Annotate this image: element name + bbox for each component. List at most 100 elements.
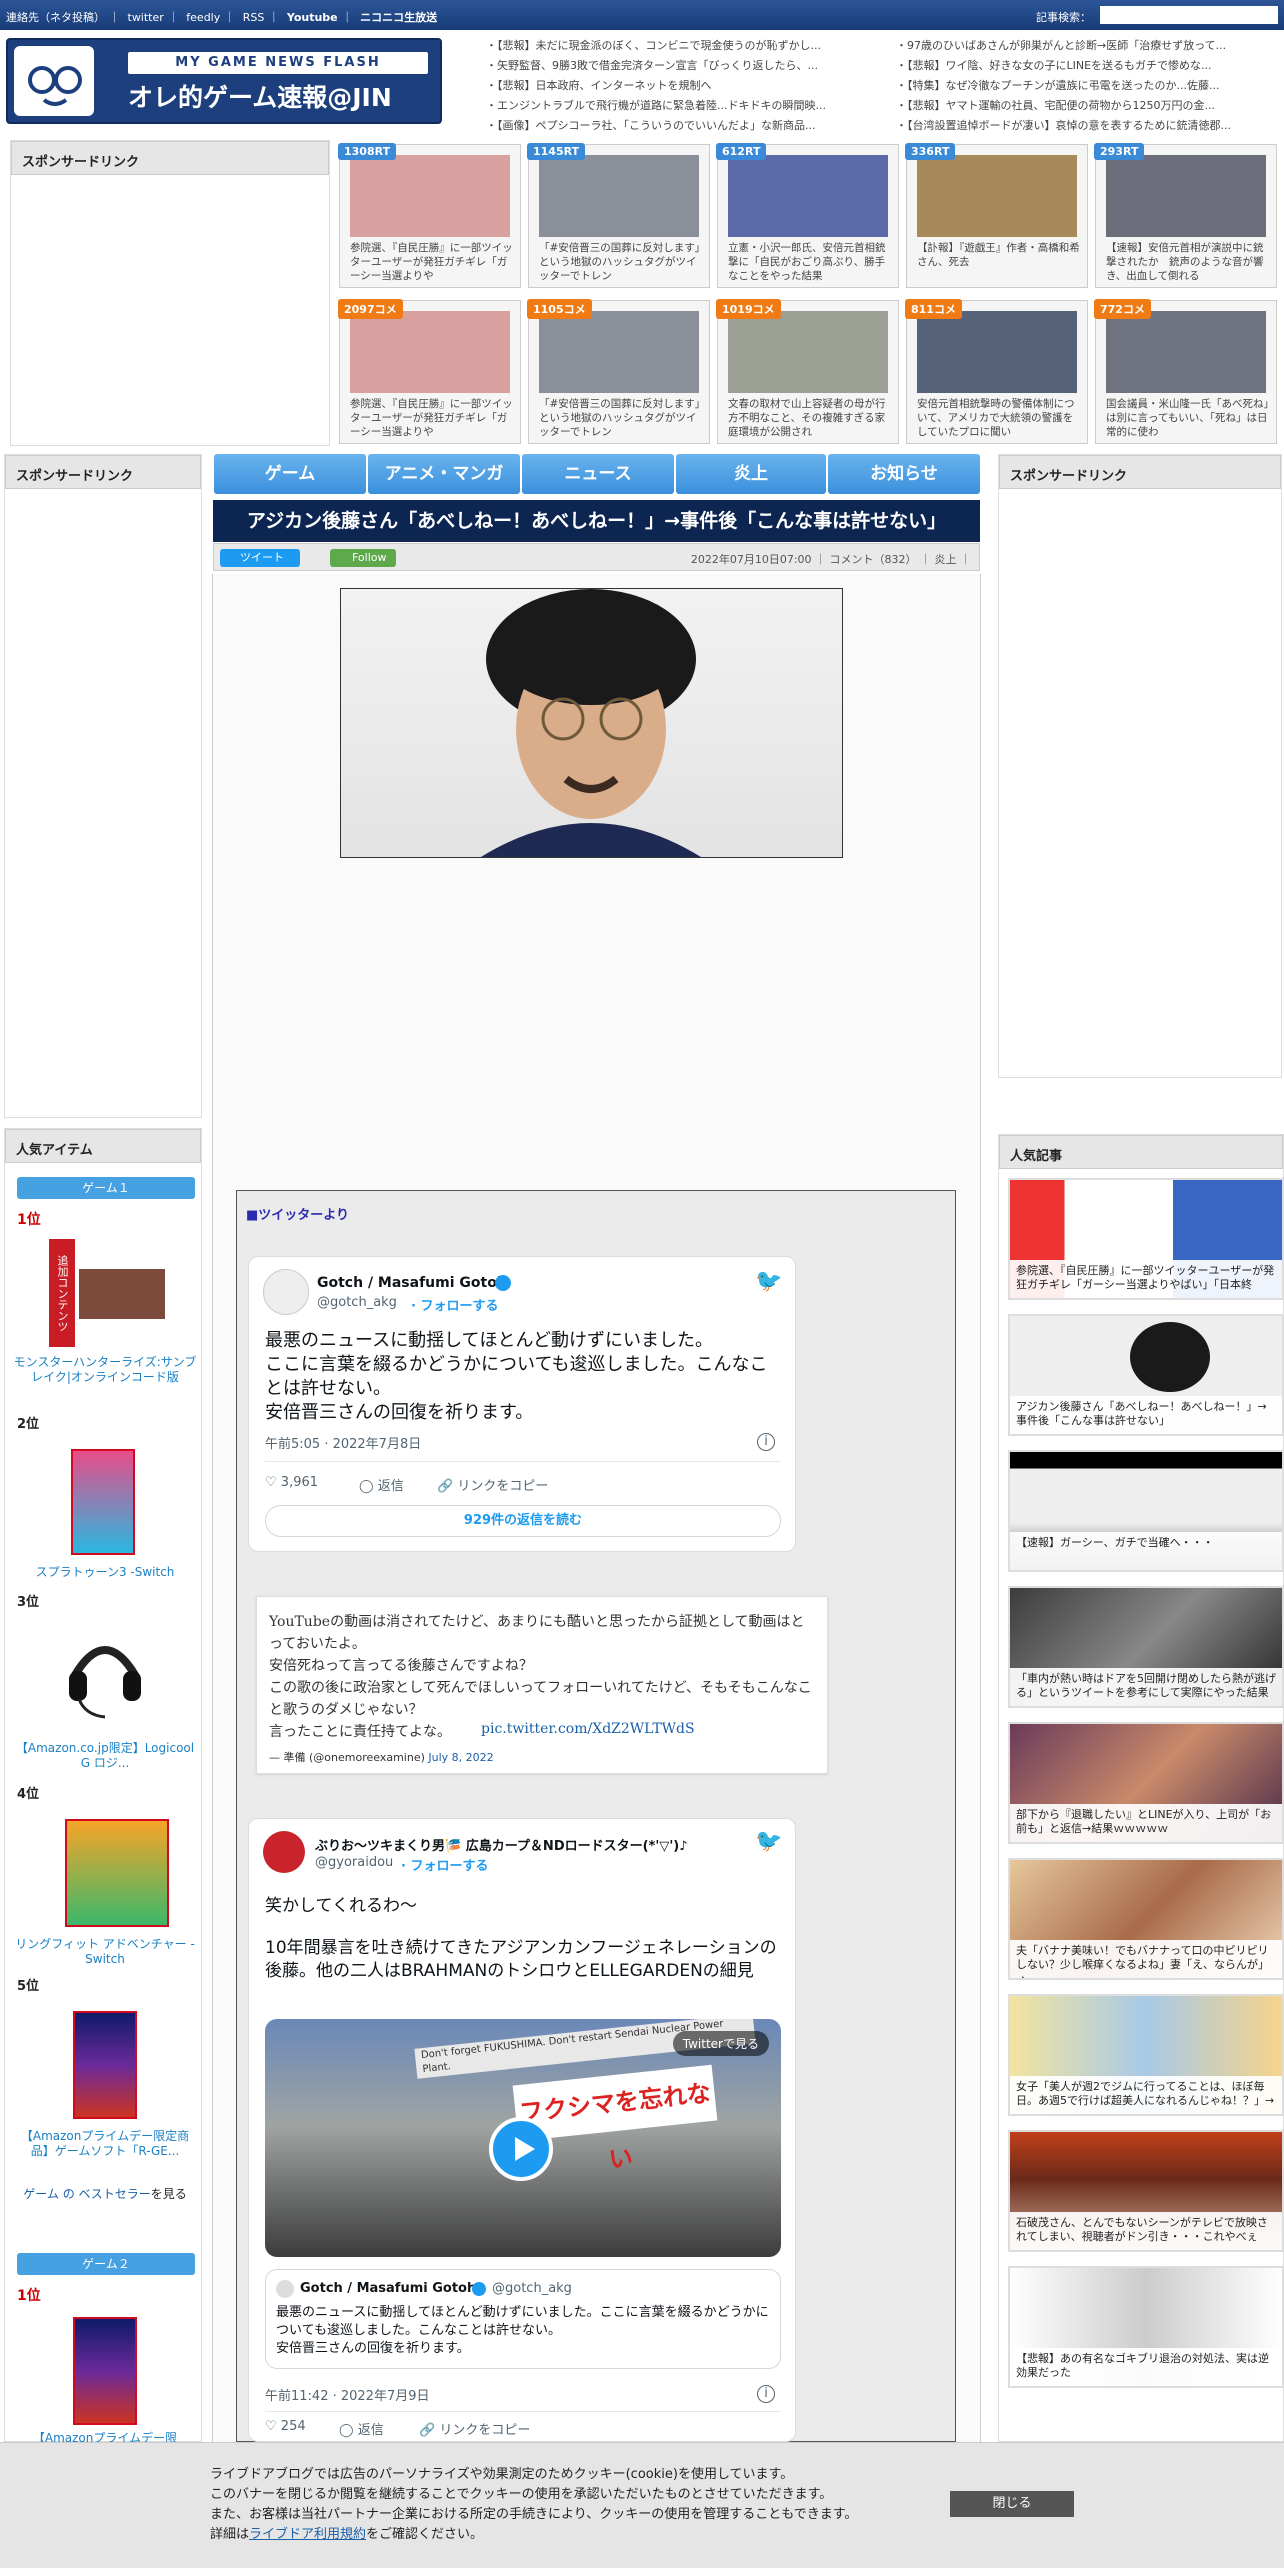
nav-game[interactable]: ゲーム <box>214 454 366 494</box>
rank-item-title[interactable]: 【Amazon.co.jp限定】Logicool G ロジ... <box>13 1741 197 1771</box>
header-news-item[interactable]: ・【台湾設置追悼ボードが凄い】哀悼の意を表するために銃清徳郡... <box>896 116 1280 136</box>
popular-article[interactable]: 部下から『退職したい』とLINEが入り、上司が「お前も」と返信→結果ｗｗｗｗｗ <box>1008 1722 1284 1844</box>
rank-number: 4位 <box>17 1787 40 1802</box>
avatar[interactable] <box>263 1269 309 1315</box>
copy-link-button[interactable]: 🔗 リンクをコピー <box>419 2419 530 2438</box>
comment-thumb[interactable]: 1019コメ 文春の取材で山上容疑者の母が行方不明なこと、その複雑すぎる家庭環境が… <box>716 299 899 444</box>
header-news-item[interactable]: ・【悲報】ワイ陰、好きな女の子にLINEを送るもガチで惨めな... <box>896 56 1280 76</box>
comment-thumb[interactable]: 811コメ 安倍元首相銃撃時の警備体制について、アメリカで大統領の警護をしていたプ… <box>905 299 1088 444</box>
rt-thumb[interactable]: 612RT 立憲・小沢一郎氏、安倍元首相銃撃に「自民がおごり高ぶり、勝手なことをや… <box>716 143 899 288</box>
popular-article[interactable]: アジカン後藤さん「あべしねー！あべしねー！」→事件後「こんな事は許せない」 <box>1008 1314 1284 1436</box>
follow-link[interactable]: · フォローする <box>401 1855 488 1874</box>
twitter-bird-icon[interactable]: 🐦 <box>755 1271 782 1293</box>
rank-item-image[interactable] <box>65 1625 145 1725</box>
sponsor-box-right: スポンサードリンク <box>998 454 1282 1078</box>
tweet-share-button[interactable]: ツイート <box>220 549 300 567</box>
header-news-item[interactable]: ・エンジントラブルで飛行機が道路に緊急着陸...ドキドキの瞬間映... <box>486 96 886 116</box>
tweet-text: 笑かしてくれるわ～ <box>265 1896 417 1916</box>
rank-item-image[interactable] <box>65 1819 169 1927</box>
popular-heading: 人気記事 <box>999 1135 1283 1169</box>
follow-link[interactable]: · フォローする <box>411 1295 498 1314</box>
nav-anime-manga[interactable]: アニメ・マンガ <box>368 454 520 494</box>
feedly-follow-button[interactable]: Follow <box>330 549 396 567</box>
twitter-link[interactable]: twitter <box>128 11 164 24</box>
tweet-video[interactable]: Don't forget FUKUSHIMA. Don't restart Se… <box>265 2019 781 2257</box>
tweet-handle[interactable]: @gyoraidou <box>315 1855 393 1870</box>
popular-article[interactable]: 【悲報】あの有名なゴキブリ退治の対処法、実は逆効果だった <box>1008 2266 1284 2388</box>
header-news-item[interactable]: ・【特集】なぜ冷徹なプーチンが遺族に弔電を送ったのか...佐藤... <box>896 76 1280 96</box>
copy-link-button[interactable]: 🔗 リンクをコピー <box>437 1475 548 1494</box>
rt-thumb[interactable]: 336RT 【訃報】『遊戯王』作者・高橋和希さん、死去 <box>905 143 1088 288</box>
tweet-handle[interactable]: @gotch_akg <box>317 1295 397 1310</box>
like-button[interactable]: ♡ 254 <box>265 2419 306 2434</box>
twitter-bird-icon[interactable]: 🐦 <box>755 1831 782 1853</box>
sponsor-heading: スポンサードリンク <box>999 455 1281 489</box>
avatar <box>276 2280 294 2298</box>
search-input[interactable] <box>1100 6 1278 24</box>
tweet-timestamp[interactable]: 午前11:42 · 2022年7月9日 <box>265 2385 430 2404</box>
play-icon[interactable] <box>489 2117 553 2181</box>
header-news-item[interactable]: ・【悲報】未だに現金派のぼく、コンビニで現金使うのが恥ずかし... <box>486 36 886 56</box>
rank-item-image[interactable]: 追加コンテンツ <box>49 1239 169 1347</box>
avatar[interactable] <box>263 1831 305 1873</box>
rss-link[interactable]: RSS <box>243 11 265 24</box>
rt-thumb[interactable]: 1308RT 参院選、『自民圧勝』に一部ツイッターユーザーが発狂ガチギレ「ガーシー… <box>338 143 521 288</box>
site-logo[interactable]: MY GAME NEWS FLASH オレ的ゲーム速報@JIN <box>6 38 442 124</box>
terms-link[interactable]: ライブドア利用規約 <box>249 2527 366 2542</box>
tweet-date-link[interactable]: July 8, 2022 <box>428 1751 493 1764</box>
popular-article[interactable]: 【速報】ガーシー、ガチで当確へ・・・ <box>1008 1450 1284 1572</box>
info-icon[interactable]: i <box>757 1433 775 1451</box>
info-icon[interactable]: i <box>757 2385 775 2403</box>
sponsor-box-left: スポンサードリンク <box>4 454 202 1118</box>
youtube-link[interactable]: Youtube <box>287 11 338 24</box>
header-news-item[interactable]: ・【悲報】ヤマト運輸の社員、宅配便の荷物から1250万円の金... <box>896 96 1280 116</box>
reply-icon: ◯ <box>359 1479 374 1494</box>
header-news-item[interactable]: ・97歳のひいばあさんが卵巣がんと診断→医師「治療せず放って... <box>896 36 1280 56</box>
header-news-item[interactable]: ・【画像】ペプシコーラ社、「こういうのでいいんだよ」な新商品... <box>486 116 886 136</box>
popular-article[interactable]: 夫「バナナ美味い！でもバナナって口の中ピリピリしない？少し喉痒くなるよね」妻「え… <box>1008 1858 1284 1980</box>
rank-item-title[interactable]: 【Amazonプライムデー限定商品】ゲームソフト「R-GE... <box>13 2129 197 2159</box>
comment-thumb[interactable]: 772コメ 国会議員・米山隆一氏「あべ死ね」は別に言ってもいい、「死ね」は日常的に… <box>1094 299 1277 444</box>
comment-thumb[interactable]: 1105コメ 「#安倍晋三の国葬に反対します」という地獄のハッシュタグがツイッター… <box>527 299 710 444</box>
ranking-category-2[interactable]: ゲーム２ <box>17 2253 195 2275</box>
rank-item-image[interactable] <box>71 1449 135 1555</box>
rank-item-title[interactable]: モンスターハンターライズ:サンブレイク|オンラインコード版 <box>13 1355 197 1385</box>
heart-icon: ♡ <box>265 2419 277 2434</box>
header-news-item[interactable]: ・【悲報】日本政府、インターネットを規制へ <box>486 76 886 96</box>
tweet-author-name[interactable]: Gotch / Masafumi Gotoh <box>317 1275 507 1291</box>
feedly-link[interactable]: feedly <box>186 11 220 24</box>
link-icon: 🔗 <box>419 2423 436 2438</box>
search-label: 記事検索： <box>1036 11 1091 24</box>
rt-thumb[interactable]: 293RT 【速報】安倍元首相が演説中に銃撃されたか 銃声のような音が響き、出血し… <box>1094 143 1277 288</box>
nav-notice[interactable]: お知らせ <box>828 454 980 494</box>
header-news-item[interactable]: ・矢野監督、9勝3敗で借金完済ターン宣言「びっくり返したら、... <box>486 56 886 76</box>
read-replies-button[interactable]: 929件の返信を読む <box>265 1505 781 1537</box>
popular-article[interactable]: 参院選、『自民圧勝』に一部ツイッターユーザーが発狂ガチギレ「ガーシー当選よりやば… <box>1008 1178 1284 1300</box>
rank-item-image[interactable] <box>73 2011 137 2119</box>
ranking-category-1[interactable]: ゲーム１ <box>17 1177 195 1199</box>
nav-enjou[interactable]: 炎上 <box>676 454 826 494</box>
popular-article[interactable]: 女子「美人が週2でジムに行ってることは、ほぼ毎日。あ週5で行けば超美人になれるん… <box>1008 1994 1284 2116</box>
bestseller-link[interactable]: ゲーム の ベストセラーを見る <box>13 2187 197 2202</box>
niconico-link[interactable]: ニコニコ生放送 <box>360 11 437 24</box>
tweet-timestamp[interactable]: 午前5:05 · 2022年7月8日 <box>265 1433 421 1452</box>
cookie-close-button[interactable]: 閉じる <box>950 2491 1074 2517</box>
reply-button[interactable]: ◯ 返信 <box>339 2419 384 2438</box>
quoted-tweet[interactable]: Gotch / Masafumi Gotoh @gotch_akg 最悪のニュー… <box>265 2269 781 2369</box>
like-button[interactable]: ♡ 3,961 <box>265 1475 318 1490</box>
comment-thumb[interactable]: 2097コメ 参院選、『自民圧勝』に一部ツイッターユーザーが発狂ガチギレ「ガーシー… <box>338 299 521 444</box>
contact-link[interactable]: 連絡先（ネタ投稿） <box>6 11 105 24</box>
popular-article[interactable]: 「車内が熱い時はドアを5回開け閉めしたら熱が逃げる」というツイートを参考にして実… <box>1008 1586 1284 1708</box>
rank-item-image[interactable] <box>73 2317 137 2425</box>
popular-article[interactable]: 石破茂さん、とんでもないシーンがテレビで放映されてしまい、視聴者がドン引き・・・… <box>1008 2130 1284 2252</box>
watch-on-twitter-button[interactable]: Twitterで見る <box>672 2031 769 2056</box>
nav-news[interactable]: ニュース <box>522 454 674 494</box>
link-icon: 🔗 <box>437 1479 454 1494</box>
rank-item-title[interactable]: リングフィット アドベンチャー -Switch <box>13 1937 197 1967</box>
cookie-text: ライブドアブログでは広告のパーソナライズや効果測定のためクッキー(cookie)… <box>210 2467 858 2542</box>
tweet-author-name[interactable]: ぶりお～ツキまくり男🎏 広島カープ＆NDロードスター(*'▽')♪ <box>315 1835 755 1854</box>
rt-thumb[interactable]: 1145RT 「#安倍晋三の国葬に反対します」という地獄のハッシュタグがツイッター… <box>527 143 710 288</box>
tweet-pic-link[interactable]: pic.twitter.com/XdZ2WLTWdS <box>481 1721 695 1737</box>
reply-button[interactable]: ◯ 返信 <box>359 1475 404 1494</box>
rank-item-title[interactable]: スプラトゥーン3 -Switch <box>13 1565 197 1580</box>
